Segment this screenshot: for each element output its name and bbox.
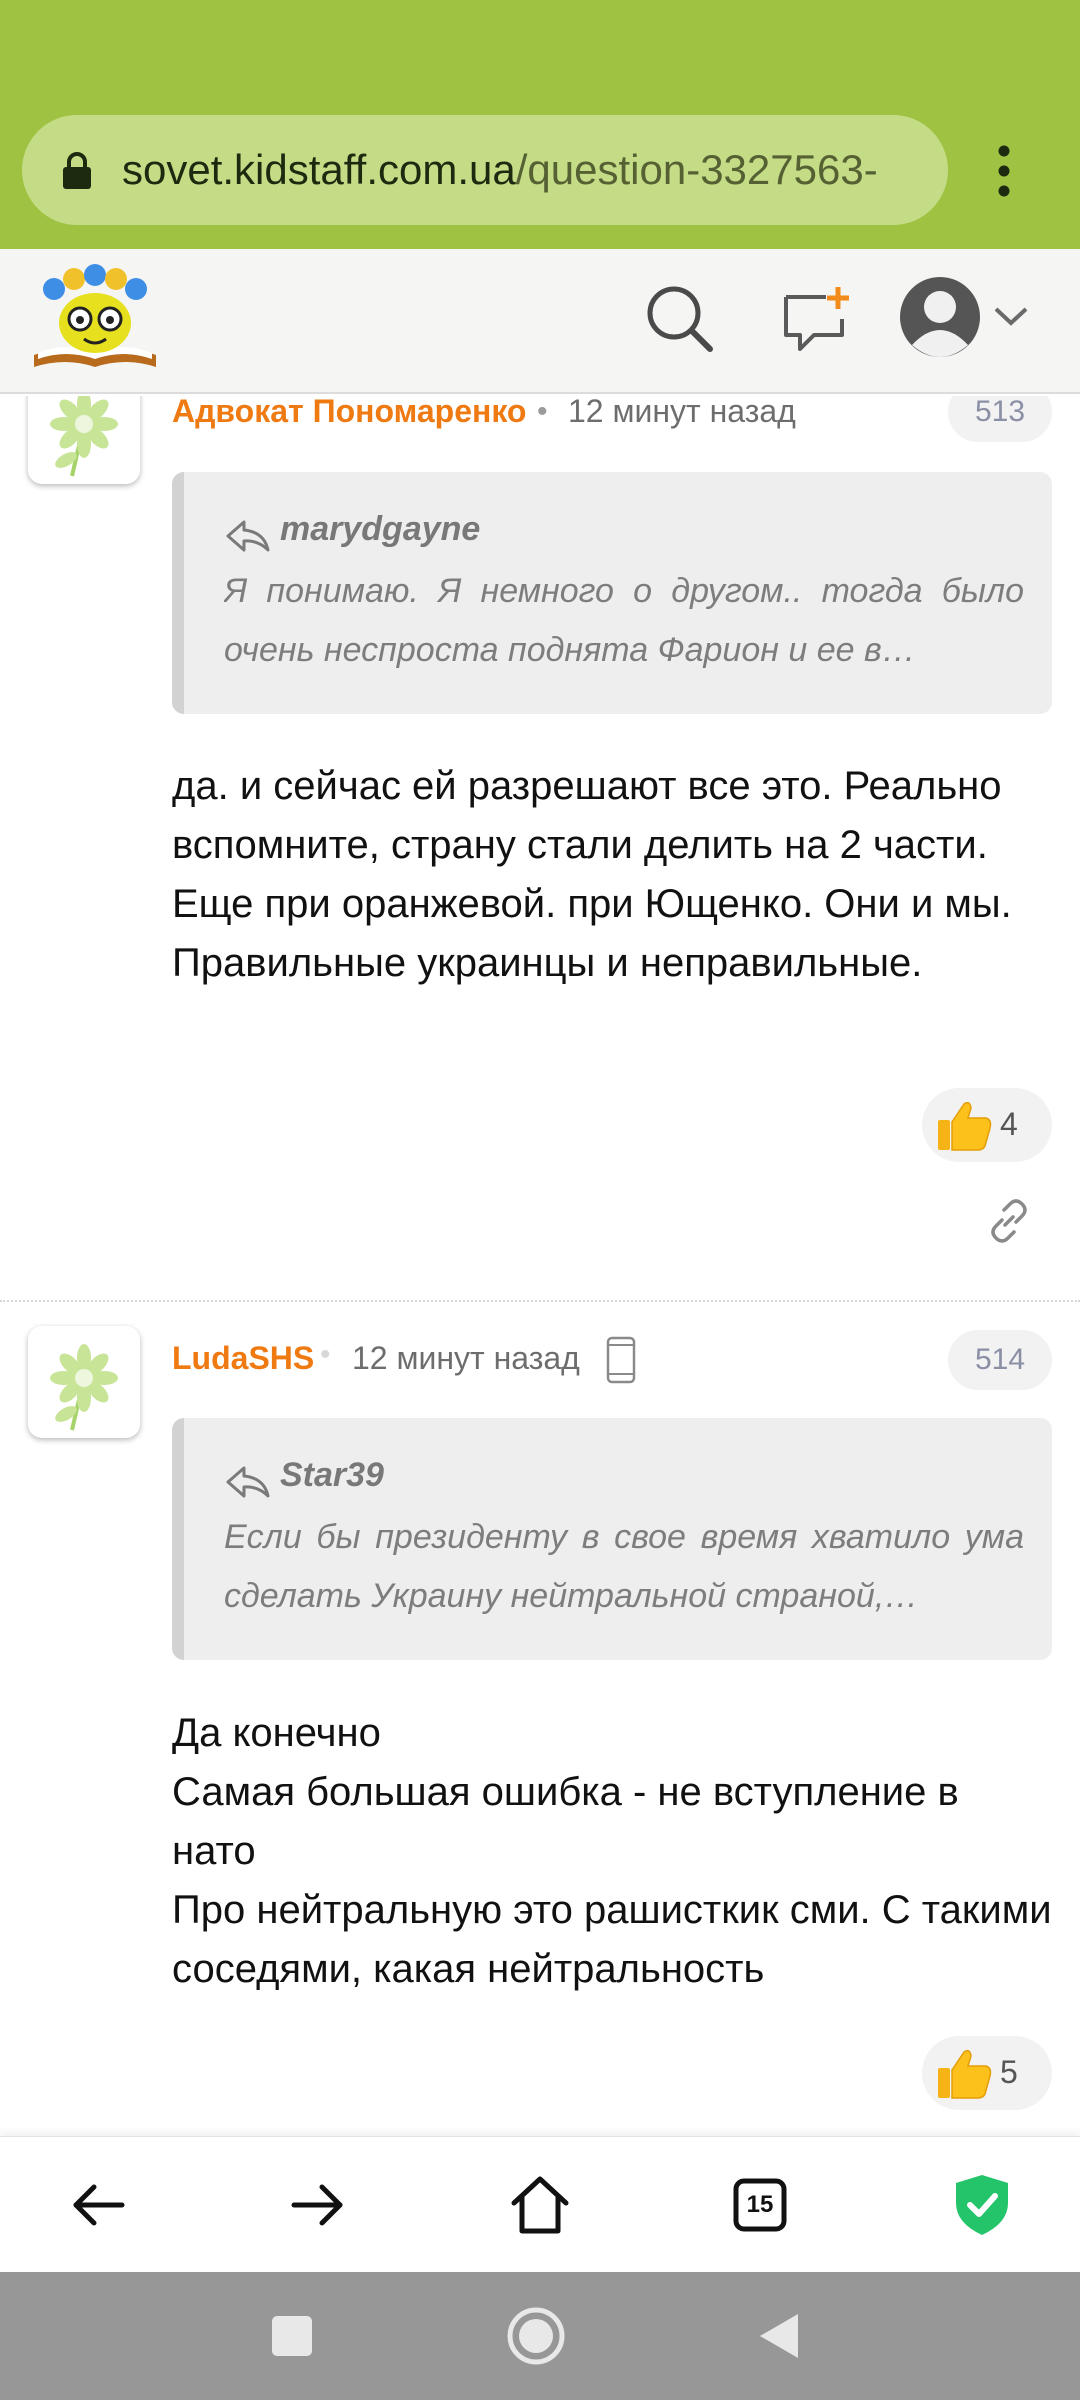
url-path: /question-3327563- bbox=[515, 146, 878, 193]
quote-text: Если бы президенту в свое время хватило … bbox=[224, 1518, 1024, 1615]
thumbs-up-icon bbox=[938, 2049, 992, 2099]
quote-author: Star39 bbox=[280, 1456, 384, 1494]
quote-text: Я понимаю. Я немного о другом.. тогда бы… bbox=[224, 572, 1024, 669]
reply-arrow-icon bbox=[226, 1466, 270, 1498]
flower-avatar-icon bbox=[50, 1344, 118, 1431]
site-header bbox=[0, 249, 1080, 394]
system-navigation-bar bbox=[0, 2272, 1080, 2400]
browser-bottom-toolbar: 15 bbox=[0, 2136, 1080, 2272]
thumbs-up-icon bbox=[938, 1101, 992, 1151]
address-bar[interactable]: sovet.kidstaff.com.ua/question-3327563- bbox=[22, 115, 948, 225]
user-avatar-icon[interactable] bbox=[898, 275, 982, 359]
comment-body: Да конечно Самая большая ошибка - не вст… bbox=[172, 1711, 1052, 1991]
comment-author[interactable]: LudaSHS bbox=[172, 1340, 314, 1377]
home-circle-icon[interactable] bbox=[502, 2302, 570, 2370]
comment-time: 12 минут назад bbox=[352, 1340, 580, 1376]
reply-arrow-icon bbox=[226, 520, 270, 552]
back-triangle-icon[interactable] bbox=[746, 2302, 814, 2370]
lock-icon bbox=[63, 152, 91, 189]
comment-body: да. и сейчас ей разрешают все это. Реаль… bbox=[172, 764, 1012, 985]
meta-separator: • bbox=[320, 1338, 331, 1371]
quote-author: marydgayne bbox=[280, 510, 481, 548]
comment-number-badge[interactable]: 513 bbox=[948, 396, 1052, 442]
link-icon[interactable] bbox=[984, 1196, 1034, 1246]
mobile-device-icon bbox=[606, 1336, 636, 1384]
tabs-button[interactable]: 15 bbox=[726, 2171, 794, 2239]
comment-time: 12 минут назад bbox=[568, 396, 796, 429]
forward-arrow-icon[interactable] bbox=[284, 2171, 352, 2239]
browser-toolbar: sovet.kidstaff.com.ua/question-3327563- bbox=[0, 0, 1080, 249]
like-button[interactable]: 4 bbox=[922, 1088, 1052, 1162]
more-menu-icon[interactable] bbox=[984, 145, 1024, 197]
like-count: 4 bbox=[1000, 1106, 1018, 1142]
meta-separator: • bbox=[537, 396, 548, 428]
like-count: 5 bbox=[1000, 2054, 1018, 2090]
avatar[interactable] bbox=[28, 1326, 140, 1438]
like-button[interactable]: 5 bbox=[922, 2036, 1052, 2110]
new-question-icon[interactable] bbox=[780, 283, 852, 355]
comments-list: Адвокат Пономаренко • 12 минут назад 513… bbox=[0, 396, 1080, 2136]
flower-avatar-icon bbox=[50, 396, 118, 477]
url-text[interactable]: sovet.kidstaff.com.ua/question-3327563- bbox=[122, 143, 942, 197]
recents-square-icon[interactable] bbox=[258, 2302, 326, 2370]
quoted-reply[interactable]: marydgayne Я понимаю. Я немного о другом… bbox=[172, 472, 1052, 714]
comment-number-badge[interactable]: 514 bbox=[948, 1330, 1052, 1390]
avatar[interactable] bbox=[28, 396, 140, 484]
back-arrow-icon[interactable] bbox=[64, 2171, 132, 2239]
quoted-reply[interactable]: Star39 Если бы президенту в свое время х… bbox=[172, 1418, 1052, 1660]
home-icon[interactable] bbox=[506, 2171, 574, 2239]
chevron-down-icon[interactable] bbox=[992, 303, 1030, 331]
search-icon[interactable] bbox=[644, 283, 716, 355]
shield-check-icon[interactable] bbox=[948, 2171, 1016, 2239]
comment-author[interactable]: Адвокат Пономаренко bbox=[172, 396, 526, 430]
tabs-count: 15 bbox=[746, 2191, 774, 2218]
comment-divider bbox=[0, 1300, 1080, 1302]
url-domain: sovet.kidstaff.com.ua bbox=[122, 146, 516, 193]
site-logo[interactable] bbox=[30, 263, 160, 375]
